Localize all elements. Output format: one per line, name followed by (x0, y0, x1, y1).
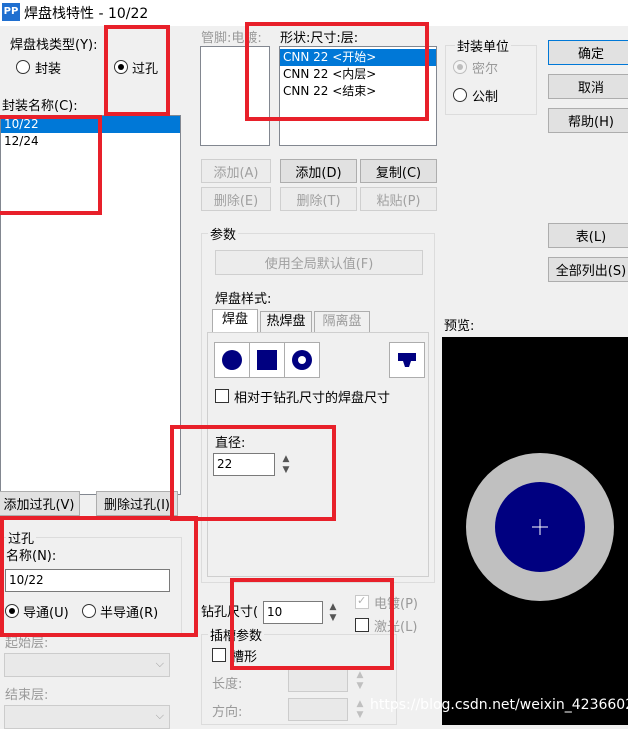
slot-direction-spin-down-icon[interactable]: ▼ (355, 711, 365, 720)
slot-length-input[interactable] (288, 669, 348, 692)
shape-delete-button[interactable]: 删除(T) (280, 187, 357, 211)
tab-thermal[interactable]: 热焊盘 (260, 311, 312, 333)
pin-add-button[interactable]: 添加(A) (201, 159, 271, 183)
watermark: https://blog.csdn.net/weixin_42366027 (370, 697, 628, 713)
window-title: 焊盘栈特性 - 10/22 (24, 6, 149, 22)
annular-pad-icon (292, 350, 312, 370)
radio-metric[interactable] (453, 88, 467, 102)
slot-direction-spin-up-icon[interactable]: ▲ (355, 700, 365, 709)
padstack-type-label: 焊盘栈类型(Y): (10, 38, 98, 53)
cancel-button[interactable]: 取消 (548, 74, 628, 99)
relative-drill-checkbox[interactable] (215, 389, 229, 403)
use-default-button[interactable]: 使用全局默认值(F) (215, 250, 423, 275)
end-layer-select[interactable]: ⌵ (4, 705, 170, 729)
pad-style-label: 焊盘样式: (215, 292, 272, 307)
square-shape-button[interactable] (249, 342, 285, 378)
add-via-button[interactable]: 添加过孔(V) (0, 491, 80, 516)
annotation-box (170, 425, 336, 521)
round-pad-icon (222, 350, 242, 370)
params-label: 参数 (208, 224, 239, 243)
radio-mil[interactable] (453, 60, 467, 74)
shape-copy-button[interactable]: 复制(C) (360, 159, 437, 183)
chevron-down-icon: ⌵ (155, 709, 164, 722)
pad-preview (466, 453, 614, 601)
custom-shape-button[interactable] (389, 342, 425, 378)
relative-drill-label: 相对于钻孔尺寸的焊盘尺寸 (234, 391, 391, 406)
ok-button[interactable]: 确定 (548, 40, 628, 65)
custom-pad-icon (398, 353, 416, 367)
slot-length-spin-up-icon[interactable]: ▲ (355, 671, 365, 680)
round-shape-button[interactable] (214, 342, 250, 378)
slot-length-spin-down-icon[interactable]: ▼ (355, 682, 365, 691)
slot-length-label: 长度: (212, 677, 243, 692)
slotted-checkbox[interactable] (212, 648, 226, 662)
end-layer-label: 结束层: (5, 688, 49, 703)
delete-via-button[interactable]: 删除过孔(I) (96, 491, 178, 516)
radio-mil-label: 密尔 (472, 62, 499, 77)
annotation-box (0, 115, 102, 215)
radio-metric-label: 公制 (472, 90, 499, 105)
preview-label: 预览: (444, 319, 475, 334)
slot-direction-label: 方向: (212, 705, 243, 720)
tab-pad[interactable]: 焊盘 (212, 309, 258, 333)
annotation-box (245, 22, 429, 121)
annular-shape-button[interactable] (284, 342, 320, 378)
list-all-button[interactable]: 全部列出(S) (548, 257, 628, 282)
app-icon: PP (2, 3, 20, 21)
shape-add-button[interactable]: 添加(D) (280, 159, 357, 183)
slot-direction-input[interactable] (288, 698, 348, 721)
radio-package[interactable] (16, 60, 30, 74)
preview-canvas (442, 337, 628, 725)
units-label: 封装单位 (455, 36, 512, 55)
annotation-box (104, 25, 170, 116)
shape-paste-button[interactable]: 粘贴(P) (360, 187, 437, 211)
radio-package-label: 封装 (35, 62, 62, 77)
annotation-box (230, 578, 394, 670)
help-button[interactable]: 帮助(H) (548, 108, 628, 133)
annotation-box (0, 516, 198, 637)
chevron-down-icon: ⌵ (155, 657, 164, 670)
table-button[interactable]: 表(L) (548, 223, 628, 248)
tab-antipad[interactable]: 隔离盘 (314, 311, 370, 333)
pin-delete-button[interactable]: 删除(E) (201, 187, 271, 211)
package-name-label: 封装名称(C): (2, 99, 78, 114)
start-layer-select[interactable]: ⌵ (4, 653, 170, 677)
square-pad-icon (257, 350, 277, 370)
